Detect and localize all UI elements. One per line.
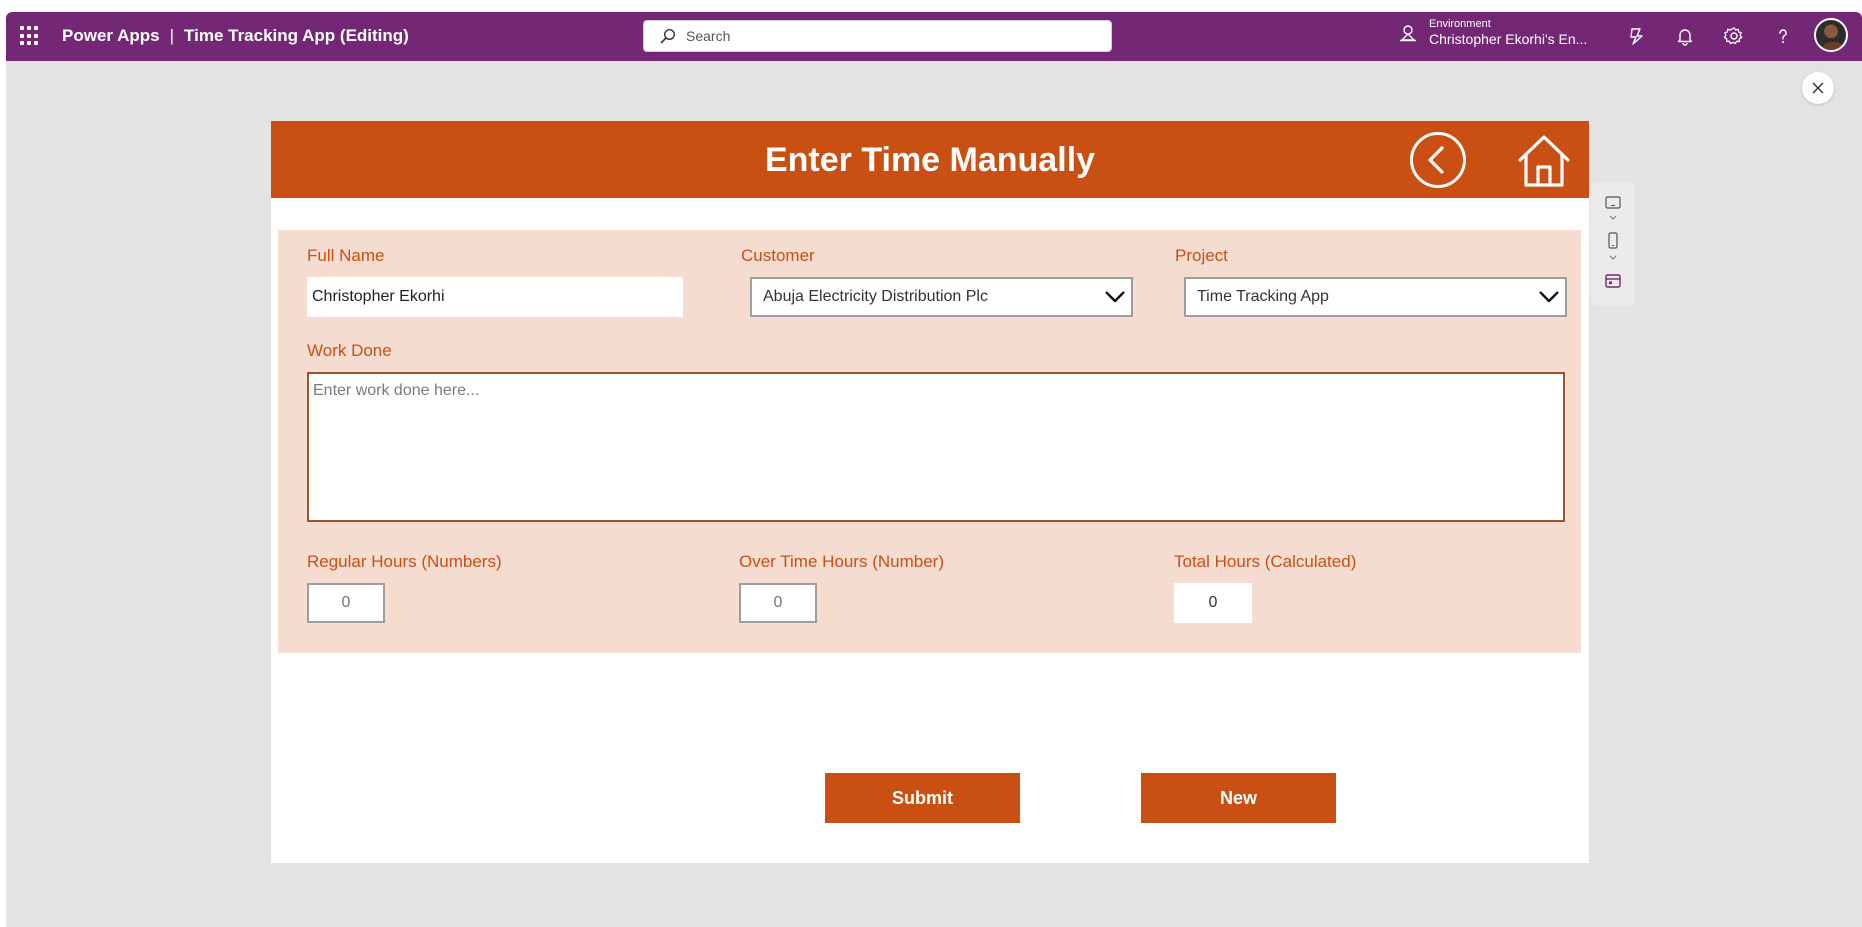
total-hours-value: 0 <box>1174 583 1252 623</box>
top-header-bar: Power Apps | Time Tracking App (Editing)… <box>6 12 1862 61</box>
chevron-down-icon[interactable] <box>1604 214 1622 222</box>
close-icon <box>1812 82 1824 94</box>
chevron-down-icon <box>1539 291 1559 303</box>
home-icon[interactable] <box>1515 131 1573 189</box>
regular-hours-input[interactable] <box>307 583 385 623</box>
avatar[interactable] <box>1814 18 1848 52</box>
brand-separator: | <box>169 26 175 45</box>
tablet-icon[interactable] <box>1604 196 1622 210</box>
regular-hours-label: Regular Hours (Numbers) <box>307 552 502 571</box>
customer-value: Abuja Electricity Distribution Plc <box>763 288 988 305</box>
chevron-down-icon <box>1105 291 1125 303</box>
environment-label: Environment <box>1429 18 1491 30</box>
project-label: Project <box>1175 246 1228 265</box>
search-icon <box>660 28 676 44</box>
full-name-label: Full Name <box>307 246 385 265</box>
calendar-icon[interactable] <box>1604 272 1622 290</box>
submit-button[interactable]: Submit <box>825 773 1020 823</box>
preview-side-toolbar <box>1591 182 1635 306</box>
header-icons <box>1624 24 1795 48</box>
copilot-icon[interactable] <box>1624 24 1648 48</box>
bell-icon[interactable] <box>1673 24 1697 48</box>
new-button[interactable]: New <box>1141 773 1336 823</box>
app-header: Enter Time Manually <box>271 121 1589 198</box>
work-done-textarea[interactable] <box>307 372 1565 522</box>
app-name[interactable]: Power Apps <box>62 26 160 46</box>
full-name-field[interactable]: Christopher Ekorhi <box>307 277 683 317</box>
app-frame: Power Apps | Time Tracking App (Editing)… <box>6 12 1862 927</box>
work-done-label: Work Done <box>307 341 392 360</box>
environment-icon <box>1400 25 1416 42</box>
form-panel: Full Name Christopher Ekorhi Customer Ab… <box>278 230 1581 653</box>
environment-selector[interactable]: Environment Christopher Ekorhi's En... <box>1399 18 1587 48</box>
brand: Power Apps | Time Tracking App (Editing) <box>62 26 409 46</box>
phone-icon[interactable] <box>1604 232 1622 250</box>
close-button[interactable] <box>1802 72 1834 104</box>
app-canvas: Enter Time Manually Full Name Christophe… <box>271 121 1589 863</box>
search-input[interactable] <box>686 28 1106 44</box>
app-title: Time Tracking App (Editing) <box>184 26 409 45</box>
environment-name: Christopher Ekorhi's En... <box>1429 31 1588 47</box>
screen-title: Enter Time Manually <box>764 141 1096 179</box>
chevron-down-icon[interactable] <box>1604 254 1622 262</box>
project-dropdown[interactable]: Time Tracking App <box>1184 277 1567 317</box>
waffle-icon[interactable] <box>20 26 40 46</box>
gear-icon[interactable] <box>1722 24 1746 48</box>
customer-label: Customer <box>741 246 815 265</box>
search-box[interactable] <box>643 20 1112 52</box>
project-value: Time Tracking App <box>1197 288 1329 305</box>
overtime-hours-label: Over Time Hours (Number) <box>739 552 944 571</box>
total-hours-label: Total Hours (Calculated) <box>1174 552 1357 571</box>
overtime-hours-input[interactable] <box>739 583 817 623</box>
help-icon[interactable] <box>1771 24 1795 48</box>
back-icon[interactable] <box>1409 131 1467 189</box>
customer-dropdown[interactable]: Abuja Electricity Distribution Plc <box>750 277 1133 317</box>
